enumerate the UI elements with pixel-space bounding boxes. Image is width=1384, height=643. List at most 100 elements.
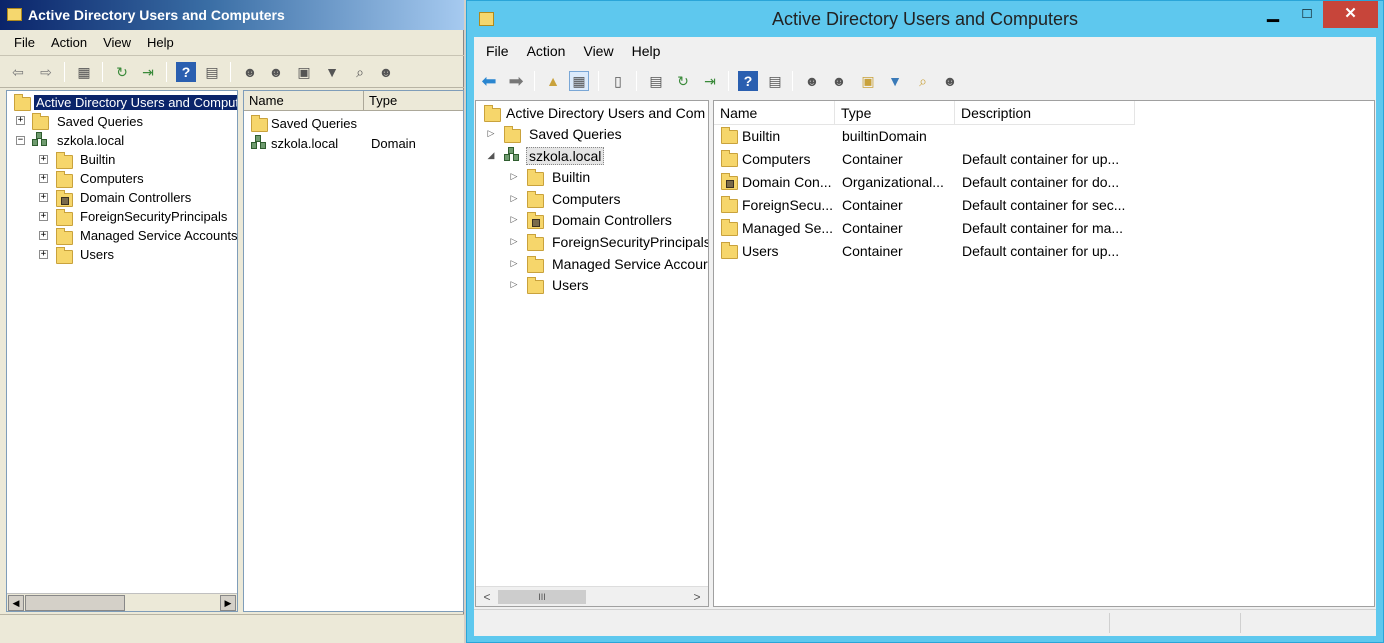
expand-arrow-icon[interactable]: ▷ <box>509 258 519 269</box>
tree-item-foreign-security-principals[interactable]: ForeignSecurityPrincipals <box>80 207 227 226</box>
maximize-button[interactable]: □ <box>1291 1 1323 28</box>
table-row[interactable]: Domain Con... Organizational... Default … <box>714 171 1134 194</box>
tree-item-users[interactable]: Users <box>552 275 589 296</box>
new-user-icon[interactable]: ☻ <box>240 62 260 82</box>
expand-icon[interactable]: + <box>39 174 48 183</box>
menu-file[interactable]: File <box>474 37 518 65</box>
properties-sheet-icon[interactable]: ▤ <box>646 71 666 91</box>
properties-icon[interactable]: ▤ <box>202 62 222 82</box>
tree-item-builtin[interactable]: Builtin <box>552 167 590 188</box>
column-header-type[interactable]: Type <box>835 101 955 125</box>
tree-item-domain-controllers[interactable]: Domain Controllers <box>552 210 672 231</box>
find-icon[interactable]: ⌕ <box>350 62 370 82</box>
clipboard-icon[interactable]: ▯ <box>608 71 628 91</box>
refresh-icon[interactable]: ↻ <box>112 62 132 82</box>
expand-icon[interactable]: + <box>39 250 48 259</box>
new-group-icon[interactable]: ☻ <box>266 62 286 82</box>
collapse-icon[interactable]: − <box>16 136 25 145</box>
forward-arrow-icon[interactable]: ⇨ <box>36 62 56 82</box>
tree-root[interactable]: Active Directory Users and Comput <box>34 95 237 110</box>
table-row[interactable]: ForeignSecu... Container Default contain… <box>714 194 1134 217</box>
expand-icon[interactable]: + <box>16 116 25 125</box>
column-header-description[interactable]: Description <box>955 101 1135 125</box>
scroll-right-button[interactable]: ▶ <box>220 595 236 611</box>
expand-icon[interactable]: + <box>39 212 48 221</box>
expand-arrow-icon[interactable]: ▷ <box>509 236 519 247</box>
tree-item-domain[interactable]: szkola.local <box>57 131 124 150</box>
tree-item-computers[interactable]: Computers <box>552 189 620 210</box>
row-description: Default container for up... <box>962 151 1120 167</box>
menu-action[interactable]: Action <box>43 30 95 56</box>
menu-file[interactable]: File <box>0 30 43 56</box>
title-bar[interactable]: Active Directory Users and Computers <box>467 1 1383 37</box>
filter-icon[interactable]: ▼ <box>885 71 905 91</box>
back-arrow-icon[interactable]: ⇦ <box>8 62 28 82</box>
column-header-name[interactable]: Name <box>714 101 835 125</box>
close-button[interactable]: ✕ <box>1323 1 1378 28</box>
list-item[interactable]: szkola.local <box>271 134 338 153</box>
console-tree[interactable]: Active Directory Users and Com ▷ Saved Q… <box>475 100 709 607</box>
help-icon[interactable]: ? <box>176 62 196 82</box>
expand-arrow-icon[interactable]: ▷ <box>509 171 519 182</box>
horizontal-scrollbar[interactable]: ◀ ▶ <box>7 593 237 611</box>
expand-icon[interactable]: + <box>39 155 48 164</box>
tree-item-computers[interactable]: Computers <box>80 169 144 188</box>
expand-arrow-icon[interactable]: ▷ <box>486 128 496 139</box>
table-row[interactable]: Builtin builtinDomain <box>714 125 1134 148</box>
expand-icon[interactable]: + <box>39 231 48 240</box>
new-group-icon[interactable]: ☻ <box>829 71 849 91</box>
help-icon[interactable]: ? <box>738 71 758 91</box>
tree-item-managed-service-accounts[interactable]: Managed Service Accounts <box>80 226 237 245</box>
console-tree[interactable]: Active Directory Users and Comput + Save… <box>6 90 238 612</box>
list-item[interactable]: Saved Queries <box>271 114 357 133</box>
console-tree-icon[interactable]: ▦ <box>74 62 94 82</box>
refresh-icon[interactable]: ↻ <box>673 71 693 91</box>
menu-view[interactable]: View <box>574 37 622 65</box>
export-list-icon[interactable]: ⇥ <box>700 71 720 91</box>
forward-arrow-icon[interactable]: ➡ <box>506 71 526 91</box>
column-header-name[interactable]: Name <box>244 91 364 111</box>
scroll-left-button[interactable]: < <box>479 589 495 605</box>
title-bar[interactable]: Active Directory Users and Computers <box>0 0 464 30</box>
table-row[interactable]: Computers Container Default container fo… <box>714 148 1134 171</box>
tree-item-saved-queries[interactable]: Saved Queries <box>57 112 143 131</box>
tree-item-foreign-security-principals[interactable]: ForeignSecurityPrincipals <box>552 232 708 253</box>
scroll-thumb[interactable] <box>25 595 125 611</box>
scroll-right-button[interactable]: > <box>689 589 705 605</box>
tree-item-managed-service-accounts[interactable]: Managed Service Accour <box>552 254 708 275</box>
up-one-level-icon[interactable]: ▲ <box>543 71 563 91</box>
back-arrow-icon[interactable]: ⬅ <box>479 71 499 91</box>
table-row[interactable]: Managed Se... Container Default containe… <box>714 217 1134 240</box>
new-ou-icon[interactable]: ▣ <box>858 71 878 91</box>
add-to-group-icon[interactable]: ☻ <box>940 71 960 91</box>
properties-icon[interactable]: ▤ <box>765 71 785 91</box>
console-tree-icon[interactable]: ▦ <box>569 71 589 91</box>
menu-view[interactable]: View <box>95 30 139 56</box>
tree-item-domain-controllers[interactable]: Domain Controllers <box>80 188 191 207</box>
menu-action[interactable]: Action <box>518 37 575 65</box>
new-user-icon[interactable]: ☻ <box>802 71 822 91</box>
expand-arrow-icon[interactable]: ▷ <box>509 193 519 204</box>
menu-help[interactable]: Help <box>623 37 670 65</box>
filter-icon[interactable]: ▼ <box>322 62 342 82</box>
tree-item-users[interactable]: Users <box>80 245 114 264</box>
tree-item-saved-queries[interactable]: Saved Queries <box>529 124 622 145</box>
minimize-button[interactable]: ▁ <box>1257 1 1289 28</box>
table-row[interactable]: Users Container Default container for up… <box>714 240 1134 263</box>
export-list-icon[interactable]: ⇥ <box>138 62 158 82</box>
tree-item-builtin[interactable]: Builtin <box>80 150 115 169</box>
tree-root[interactable]: Active Directory Users and Com <box>506 103 705 124</box>
expand-arrow-icon[interactable]: ▷ <box>509 214 519 225</box>
expand-arrow-icon[interactable]: ▷ <box>509 279 519 290</box>
collapse-arrow-icon[interactable]: ◢ <box>486 150 496 161</box>
find-icon[interactable]: ⌕ <box>913 71 933 91</box>
horizontal-scrollbar[interactable]: < III > <box>476 586 708 606</box>
column-header-type[interactable]: Type <box>364 91 463 111</box>
scroll-thumb[interactable]: III <box>498 590 586 604</box>
menu-help[interactable]: Help <box>139 30 182 56</box>
expand-icon[interactable]: + <box>39 193 48 202</box>
new-ou-icon[interactable]: ▣ <box>294 62 314 82</box>
scroll-left-button[interactable]: ◀ <box>8 595 24 611</box>
tree-item-domain[interactable]: szkola.local <box>526 147 605 165</box>
add-to-group-icon[interactable]: ☻ <box>376 62 396 82</box>
